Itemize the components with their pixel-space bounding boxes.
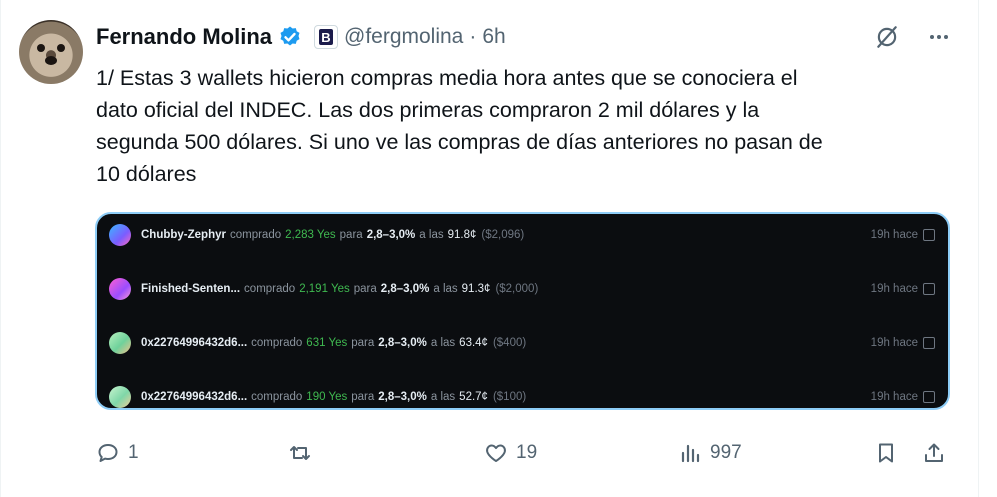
- wallet-name: Finished-Senten...: [141, 283, 241, 295]
- grok-button[interactable]: [872, 22, 902, 52]
- external-link-icon: [923, 391, 935, 403]
- avatar[interactable]: [19, 20, 83, 84]
- wallet-name: 0x22764996432d6...: [141, 337, 248, 349]
- external-link-icon: [923, 337, 935, 349]
- trade-prep: para: [351, 337, 375, 349]
- retweet-icon: [290, 446, 310, 460]
- trade-prep: para: [339, 229, 363, 241]
- avatar-eye-right: [57, 44, 65, 52]
- author-handle[interactable]: @fergmolina: [344, 25, 463, 49]
- trade-action: comprado: [229, 229, 282, 241]
- tweet-text-line: 1/ Estas 3 wallets hicieron compras medi…: [96, 66, 798, 90]
- like-icon: [486, 444, 506, 462]
- trade-shares: 631 Yes: [306, 337, 348, 349]
- wallet-name: Chubby-Zephyr: [141, 229, 226, 241]
- trade-row: Finished-Senten... comprado 2,191 Yes pa…: [109, 272, 935, 306]
- left-border: [0, 0, 1, 497]
- trade-time: 19h hace: [871, 337, 935, 349]
- wallet-avatar: [109, 386, 131, 408]
- tweet-text-line: 10 dólares: [96, 162, 197, 186]
- views-button[interactable]: 997: [678, 438, 742, 468]
- trade-shares: 2,283 Yes: [285, 229, 336, 241]
- trade-usd: ($400): [492, 337, 527, 349]
- trade-time-label: 19h hace: [870, 337, 918, 349]
- wallet-name: 0x22764996432d6...: [141, 391, 248, 403]
- separator-dot: ·: [469, 25, 477, 48]
- share-button[interactable]: [922, 438, 946, 468]
- trade-shares: 190 Yes: [306, 391, 348, 403]
- wallet-avatar: [109, 278, 131, 300]
- trade-range: 2,8–3,0%: [366, 229, 416, 241]
- trade-at: a las: [419, 229, 444, 241]
- avatar-eye-left: [37, 44, 45, 52]
- tweet-header: Fernando Molina B @fergmolina · 6h: [96, 20, 506, 54]
- trade-prep: para: [351, 391, 375, 403]
- trade-usd: ($100): [492, 391, 527, 403]
- verified-icon: [280, 26, 300, 46]
- wallet-avatar: [109, 332, 131, 354]
- external-link-icon: [923, 283, 935, 295]
- reply-count: 1: [128, 442, 139, 463]
- top-actions: [872, 22, 954, 52]
- trade-row: Chubby-Zephyr comprado 2,283 Yes para 2,…: [109, 218, 935, 252]
- reply-button[interactable]: 1: [96, 438, 139, 468]
- trade-row: 0x22764996432d6... comprado 631 Yes para…: [109, 326, 935, 360]
- trade-time-label: 19h hace: [870, 283, 918, 295]
- trade-usd: ($2,000): [495, 283, 539, 295]
- like-count: 19: [516, 442, 538, 463]
- like-button[interactable]: 19: [484, 438, 537, 468]
- media-image[interactable]: Chubby-Zephyr comprado 2,283 Yes para 2,…: [95, 212, 950, 410]
- trade-price: 91.8¢: [447, 229, 477, 241]
- affiliate-badge[interactable]: B: [314, 25, 338, 49]
- trade-at: a las: [430, 337, 456, 349]
- grok-icon: [877, 26, 897, 48]
- affiliate-badge-letter: B: [319, 29, 333, 45]
- bookmark-button[interactable]: [874, 438, 898, 468]
- trade-at: a las: [430, 391, 456, 403]
- trade-time: 19h hace: [871, 391, 935, 403]
- trade-at: a las: [433, 283, 458, 295]
- trade-range: 2,8–3,0%: [378, 337, 427, 349]
- tweet-text-line: segunda 500 dólares. Si uno ve las compr…: [96, 130, 823, 154]
- tweet-actions: 1 19 997: [96, 438, 951, 468]
- trade-prep: para: [353, 283, 377, 295]
- views-count: 997: [710, 442, 742, 463]
- tweet-text-line: dato oficial del INDEC. Las dos primeras…: [96, 98, 760, 122]
- trade-price: 63.4¢: [459, 337, 488, 349]
- trade-price: 52.7¢: [459, 391, 488, 403]
- trade-range: 2,8–3,0%: [380, 283, 430, 295]
- right-border: [978, 0, 979, 497]
- trade-usd: ($2,096): [481, 229, 525, 241]
- more-icon: [930, 35, 948, 39]
- trade-time-label: 19h hace: [870, 391, 918, 403]
- trade-range: 2,8–3,0%: [378, 391, 427, 403]
- views-icon: [681, 444, 700, 463]
- trade-action: comprado: [251, 391, 303, 403]
- retweet-button[interactable]: [288, 438, 320, 468]
- tweet-time[interactable]: 6h: [482, 25, 505, 49]
- external-link-icon: [923, 229, 935, 241]
- trade-time: 19h hace: [871, 229, 935, 241]
- trade-time-label: 19h hace: [870, 229, 918, 241]
- trade-row: 0x22764996432d6... comprado 190 Yes para…: [109, 380, 935, 408]
- author-name[interactable]: Fernando Molina: [96, 24, 272, 50]
- trade-action: comprado: [244, 283, 296, 295]
- avatar-nose: [45, 56, 57, 65]
- trade-time: 19h hace: [871, 283, 935, 295]
- more-button[interactable]: [924, 22, 954, 52]
- share-icon: [925, 443, 943, 462]
- wallet-avatar: [109, 224, 131, 246]
- trade-price: 91.3¢: [461, 283, 491, 295]
- bookmark-icon: [879, 443, 893, 463]
- reply-icon: [98, 444, 118, 462]
- trade-shares: 2,191 Yes: [299, 283, 350, 295]
- tweet-text: 1/ Estas 3 wallets hicieron compras medi…: [96, 62, 966, 190]
- trade-action: comprado: [251, 337, 303, 349]
